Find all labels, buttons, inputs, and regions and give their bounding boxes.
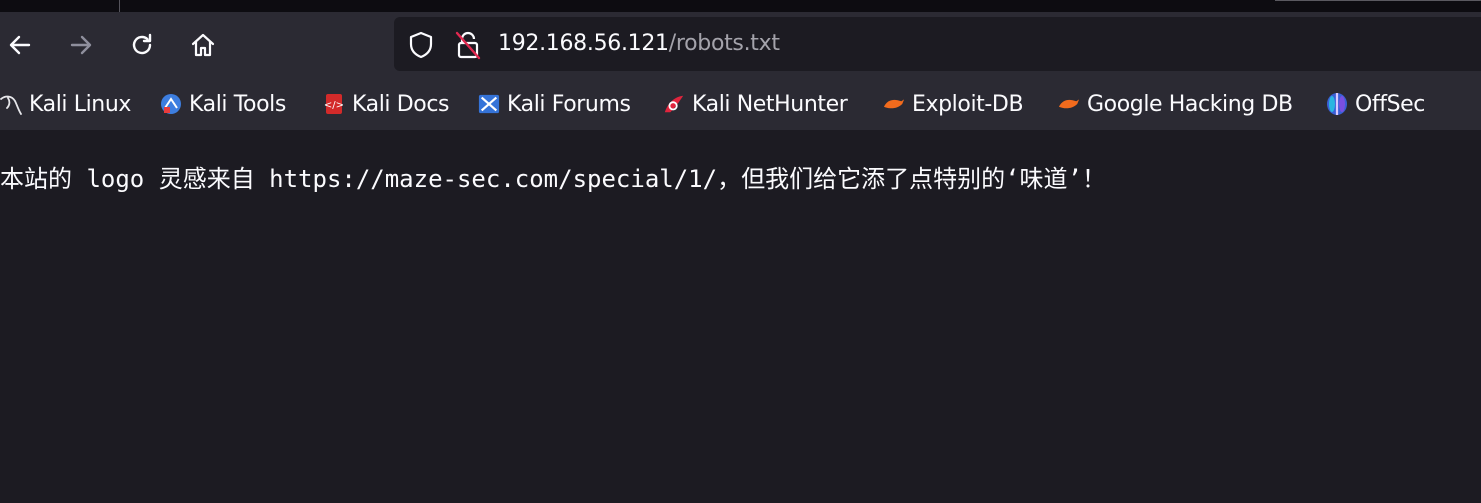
bookmark-label: Kali Forums bbox=[507, 91, 631, 117]
navigation-toolbar: 192.168.56.121/robots.txt bbox=[0, 12, 1481, 78]
bookmark-label: Kali NetHunter bbox=[692, 91, 848, 117]
reload-icon bbox=[132, 33, 152, 55]
home-button[interactable] bbox=[184, 26, 222, 64]
offsec-icon bbox=[1326, 93, 1348, 115]
url-bar[interactable]: 192.168.56.121/robots.txt bbox=[394, 17, 1481, 71]
kali-docs-icon: </> bbox=[323, 93, 345, 115]
url-host: 192.168.56.121 bbox=[498, 31, 669, 56]
bookmark-exploit-db[interactable]: Exploit-DB bbox=[883, 90, 1024, 118]
kali-tools-icon bbox=[160, 93, 182, 115]
back-button[interactable] bbox=[1, 26, 39, 64]
robots-txt-text: 本站的 logo 灵感来自 https://maze-sec.com/speci… bbox=[0, 165, 1106, 193]
kali-forums-icon bbox=[478, 93, 500, 115]
arrow-left-icon bbox=[9, 35, 31, 55]
bookmarks-toolbar: Kali Linux Kali Tools </> Kali Docs Kali… bbox=[0, 78, 1481, 130]
forward-button[interactable] bbox=[62, 26, 100, 64]
tab-edge-right bbox=[1275, 0, 1481, 1]
page-content: 本站的 logo 灵感来自 https://maze-sec.com/speci… bbox=[0, 130, 1481, 503]
reload-button[interactable] bbox=[123, 26, 161, 64]
bookmark-label: Google Hacking DB bbox=[1087, 91, 1293, 117]
bookmark-label: OffSec bbox=[1355, 91, 1426, 117]
url-path: /robots.txt bbox=[668, 31, 780, 56]
url-text[interactable]: 192.168.56.121/robots.txt bbox=[498, 30, 780, 58]
tab-strip bbox=[0, 0, 1481, 12]
insecure-lock-icon[interactable] bbox=[454, 30, 482, 64]
kali-nethunter-icon bbox=[663, 93, 685, 115]
tab-edge bbox=[119, 0, 120, 12]
bookmark-offsec[interactable]: OffSec bbox=[1326, 90, 1425, 118]
bookmark-kali-forums[interactable]: Kali Forums bbox=[478, 90, 631, 118]
bookmark-kali-nethunter[interactable]: Kali NetHunter bbox=[663, 90, 848, 118]
bookmark-label: Exploit-DB bbox=[912, 91, 1024, 117]
kali-dragon-icon bbox=[0, 93, 22, 115]
bookmark-google-hacking-db[interactable]: Google Hacking DB bbox=[1058, 90, 1293, 118]
ghdb-icon bbox=[1058, 93, 1080, 115]
bookmark-label: Kali Linux bbox=[29, 91, 132, 117]
bookmark-kali-tools[interactable]: Kali Tools bbox=[160, 90, 286, 118]
arrow-right-icon bbox=[70, 35, 92, 55]
home-icon bbox=[191, 33, 215, 57]
svg-text:</>: </> bbox=[324, 100, 344, 111]
bookmark-kali-docs[interactable]: </> Kali Docs bbox=[323, 90, 450, 118]
bookmark-label: Kali Tools bbox=[189, 91, 286, 117]
shield-icon[interactable] bbox=[408, 31, 434, 63]
bookmark-label: Kali Docs bbox=[352, 91, 450, 117]
bookmark-kali-linux[interactable]: Kali Linux bbox=[0, 90, 131, 118]
exploit-db-icon bbox=[883, 93, 905, 115]
